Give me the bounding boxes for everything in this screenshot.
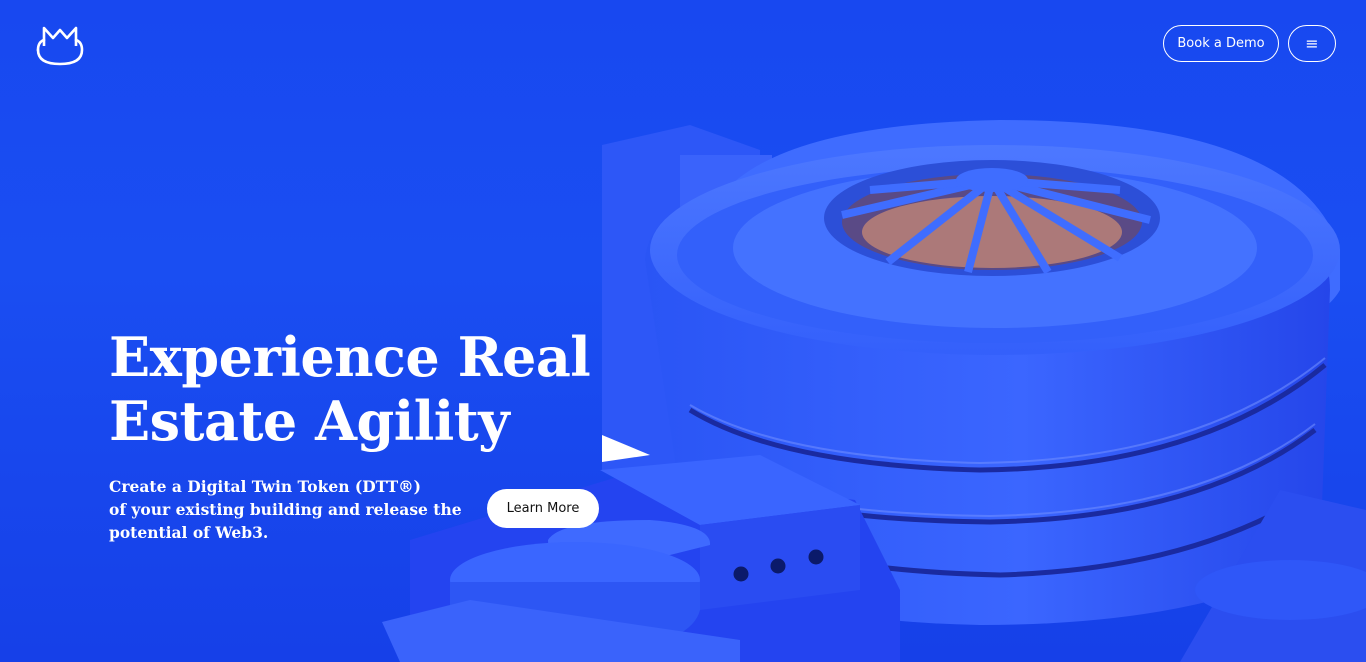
- m-cat-logo-icon[interactable]: [34, 20, 86, 68]
- hamburger-menu-icon: ≡: [1305, 34, 1319, 53]
- subtext-line-2: of your existing building and release th…: [109, 500, 462, 519]
- learn-more-button[interactable]: Learn More: [487, 489, 599, 528]
- menu-button[interactable]: ≡: [1288, 25, 1336, 62]
- book-demo-button[interactable]: Book a Demo: [1163, 25, 1279, 62]
- hero-headline: Experience Real Estate Agility: [109, 325, 591, 453]
- headline-line-2: Estate Agility: [109, 389, 510, 453]
- headline-line-1: Experience Real: [109, 325, 591, 389]
- subtext-line-1: Create a Digital Twin Token (DTT®): [109, 477, 422, 496]
- subtext-line-3: potential of Web3.: [109, 523, 269, 542]
- hero-subtext: Create a Digital Twin Token (DTT®) of yo…: [109, 475, 462, 544]
